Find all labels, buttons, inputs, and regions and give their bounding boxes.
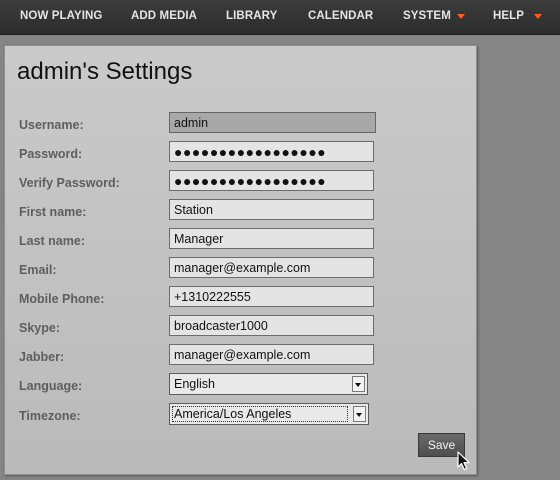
nav-item-add-media[interactable]: ADD MEDIA <box>131 0 197 34</box>
mouse-pointer-icon <box>457 451 470 471</box>
timezone-select-value: America/Los Angeles <box>174 407 292 421</box>
nav-item-library[interactable]: LIBRARY <box>226 0 277 34</box>
last-name-field[interactable] <box>169 228 374 249</box>
top-navigation-bar: NOW PLAYING ADD MEDIA LIBRARY CALENDAR S… <box>0 0 560 35</box>
username-field <box>169 112 376 133</box>
skype-label: Skype: <box>19 321 60 335</box>
mobile-phone-field[interactable] <box>169 286 374 307</box>
skype-field[interactable] <box>169 315 374 336</box>
verify-password-label: Verify Password: <box>19 176 120 190</box>
language-select-value: English <box>174 377 215 391</box>
nav-item-now-playing[interactable]: NOW PLAYING <box>20 0 102 34</box>
language-dropdown-button[interactable] <box>352 376 365 392</box>
jabber-label: Jabber: <box>19 350 65 364</box>
language-select[interactable]: English <box>169 373 368 395</box>
password-field[interactable] <box>169 141 374 162</box>
help-dropdown-arrow-icon[interactable] <box>534 14 542 19</box>
nav-item-calendar[interactable]: CALENDAR <box>308 0 373 34</box>
jabber-field[interactable] <box>169 344 374 365</box>
page-title: admin's Settings <box>17 58 193 85</box>
timezone-label: Timezone: <box>19 409 81 423</box>
email-label: Email: <box>19 263 57 277</box>
chevron-down-icon <box>355 383 361 387</box>
email-field[interactable] <box>169 257 374 278</box>
timezone-select[interactable]: America/Los Angeles <box>169 403 369 425</box>
last-name-label: Last name: <box>19 234 85 248</box>
username-label: Username: <box>19 118 84 132</box>
chevron-down-icon <box>356 413 362 417</box>
timezone-dropdown-button[interactable] <box>353 406 366 422</box>
first-name-label: First name: <box>19 205 87 219</box>
first-name-field[interactable] <box>169 199 374 220</box>
nav-item-help[interactable]: HELP <box>493 0 524 34</box>
settings-panel: admin's Settings Username: Password: Ver… <box>4 45 477 475</box>
language-label: Language: <box>19 379 83 393</box>
mobile-phone-label: Mobile Phone: <box>19 292 105 306</box>
verify-password-field[interactable] <box>169 170 374 191</box>
system-dropdown-arrow-icon[interactable] <box>457 14 465 19</box>
nav-item-system[interactable]: SYSTEM <box>403 0 451 34</box>
password-label: Password: <box>19 147 83 161</box>
